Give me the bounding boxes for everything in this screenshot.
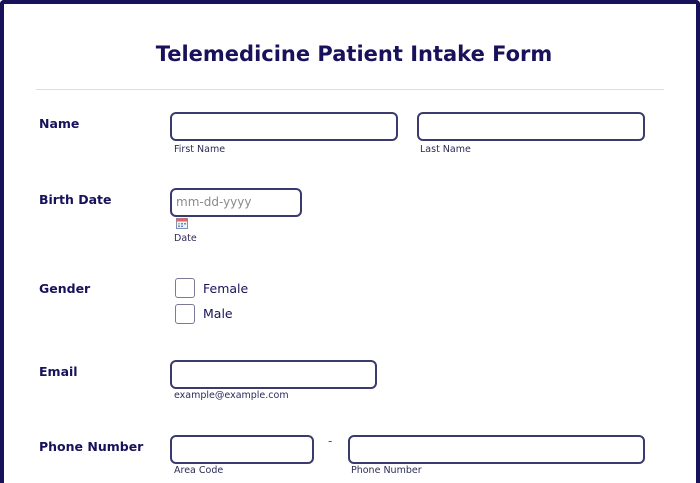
first-name-sublabel: First Name (174, 144, 226, 155)
area-code-input[interactable] (170, 435, 314, 464)
first-name-input[interactable] (170, 112, 398, 141)
phone-number-label: Phone Number (39, 439, 144, 454)
birth-date-input[interactable]: mm-dd-yyyy (170, 188, 302, 217)
name-label: Name (39, 116, 80, 131)
last-name-input[interactable] (417, 112, 645, 141)
male-checkbox[interactable] (175, 304, 195, 324)
female-option-label[interactable]: Female (203, 281, 248, 296)
date-sublabel: Date (174, 233, 197, 244)
birth-date-placeholder: mm-dd-yyyy (176, 195, 252, 209)
phone-separator: - (328, 434, 333, 448)
male-option-label[interactable]: Male (203, 306, 233, 321)
email-label: Email (39, 364, 78, 379)
area-code-sublabel: Area Code (174, 465, 224, 476)
female-checkbox[interactable] (175, 278, 195, 298)
last-name-sublabel: Last Name (420, 144, 471, 155)
phone-number-sublabel: Phone Number (351, 465, 422, 476)
calendar-icon[interactable] (176, 217, 188, 229)
birth-date-label: Birth Date (39, 192, 112, 207)
phone-number-input[interactable] (348, 435, 645, 464)
gender-label: Gender (39, 281, 91, 296)
email-sublabel: example@example.com (174, 390, 289, 401)
title-divider (36, 89, 664, 90)
email-input[interactable] (170, 360, 377, 389)
form-container: Telemedicine Patient Intake Form (0, 0, 700, 483)
form-title: Telemedicine Patient Intake Form (155, 42, 553, 66)
